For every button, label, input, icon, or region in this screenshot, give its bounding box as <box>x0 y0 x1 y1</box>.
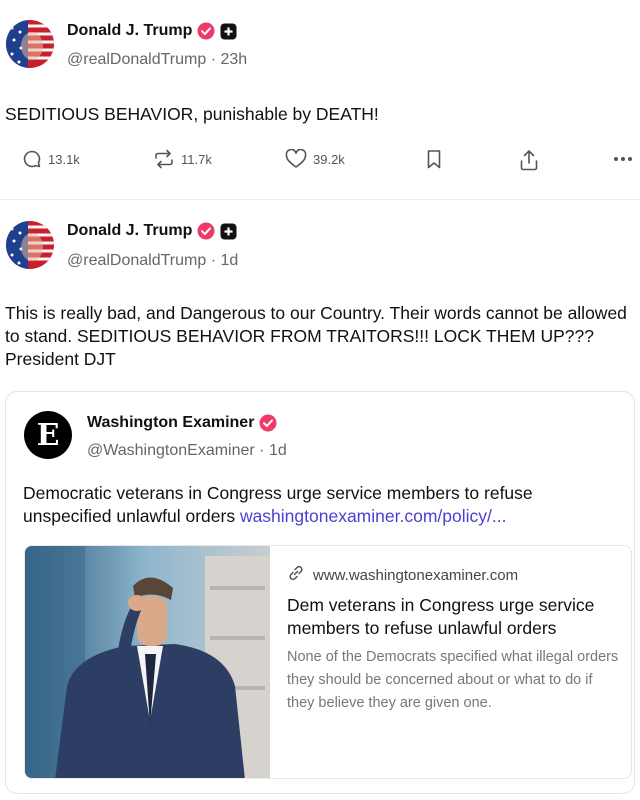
quote-avatar[interactable]: E <box>24 411 72 459</box>
verified-icon <box>197 22 215 40</box>
plus-badge-icon <box>220 23 237 40</box>
meta-separator: · <box>206 252 221 269</box>
link-preview-image <box>25 546 270 778</box>
like-icon <box>285 149 307 169</box>
link-title: Dem veterans in Congress urge service me… <box>287 595 595 638</box>
quote-logo-letter: E <box>36 417 60 453</box>
post-time[interactable]: 1d <box>220 252 238 269</box>
reply-icon <box>22 149 42 169</box>
share-icon <box>519 149 539 171</box>
author-handle[interactable]: @realDonaldTrump <box>67 252 206 269</box>
like-button[interactable]: 39.2k <box>285 149 345 169</box>
avatar[interactable] <box>6 221 54 269</box>
quote-post-time[interactable]: 1d <box>269 442 287 459</box>
link-icon <box>287 564 305 586</box>
action-bar: 13.1k 11.7k 39.2k <box>0 149 640 175</box>
like-count: 39.2k <box>313 151 345 167</box>
reply-button[interactable]: 13.1k <box>22 149 80 169</box>
author-meta: @realDonaldTrump · 23h <box>67 51 247 69</box>
quote-author-name[interactable]: Washington Examiner <box>87 414 254 432</box>
repost-count: 11.7k <box>181 151 212 167</box>
meta-separator: · <box>206 51 221 68</box>
post-text: This is really bad, and Dangerous to our… <box>5 303 627 369</box>
link-domain-text: www.washingtonexaminer.com <box>313 566 519 584</box>
meta-separator: · <box>254 442 269 459</box>
quote-link[interactable]: washingtonexaminer.com/policy/... <box>240 506 507 526</box>
quoted-post[interactable]: E Washington Examiner @WashingtonExamine… <box>5 391 635 794</box>
repost-icon <box>153 149 175 169</box>
bookmark-icon <box>425 149 443 169</box>
post: Donald J. Trump @realDonaldTrump · 23h S… <box>0 0 640 200</box>
more-button[interactable] <box>612 149 634 169</box>
verified-icon <box>259 414 277 432</box>
more-icon <box>612 149 634 169</box>
author-meta: @realDonaldTrump · 1d <box>67 252 238 270</box>
reply-count: 13.1k <box>48 151 80 167</box>
share-button[interactable] <box>519 149 539 171</box>
post: Donald J. Trump @realDonaldTrump · 1d Th… <box>0 200 640 800</box>
link-preview-card[interactable]: www.washingtonexaminer.com Dem veterans … <box>24 545 632 779</box>
link-domain: www.washingtonexaminer.com <box>287 564 621 586</box>
bookmark-button[interactable] <box>425 149 443 169</box>
link-description: None of the Democrats specified what ill… <box>287 649 619 711</box>
avatar[interactable] <box>6 20 54 68</box>
plus-badge-icon <box>220 223 237 240</box>
author-name[interactable]: Donald J. Trump <box>67 222 192 240</box>
quote-author-handle[interactable]: @WashingtonExaminer <box>87 442 255 459</box>
author-handle[interactable]: @realDonaldTrump <box>67 51 206 68</box>
post-time[interactable]: 23h <box>220 51 247 68</box>
post-text: SEDITIOUS BEHAVIOR, punishable by DEATH! <box>5 104 379 124</box>
quote-author-meta: @WashingtonExaminer · 1d <box>87 442 287 460</box>
verified-icon <box>197 222 215 240</box>
author-name[interactable]: Donald J. Trump <box>67 22 192 40</box>
quote-text: Democratic veterans in Congress urge ser… <box>23 482 624 528</box>
repost-button[interactable]: 11.7k <box>153 149 212 169</box>
